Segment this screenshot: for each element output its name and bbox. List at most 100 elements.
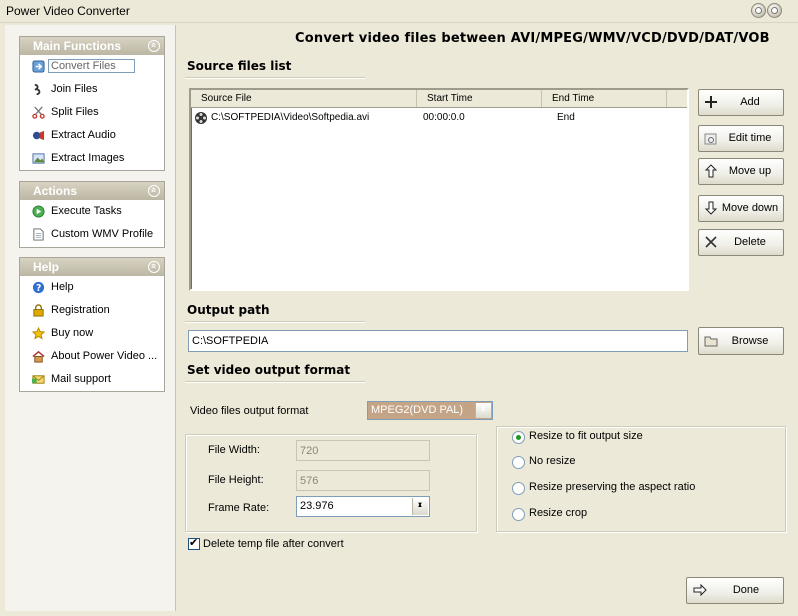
file-height-input [296,470,430,491]
radio-label: No resize [529,455,576,467]
format-label: Video files output format [190,405,309,417]
button-label: Delete [734,236,766,248]
section-title-output: Output path [187,303,270,317]
sidebar-item-join-files[interactable]: Join Files [20,78,164,101]
button-label: Done [732,584,760,596]
delete-temp-label: Delete temp file after convert [203,538,344,550]
output-format-value: MPEG2(DVD PAL) [371,404,464,416]
sidebar: Main Functions Convert Files Join Files … [5,25,176,611]
frame-rate-select[interactable]: 23.976 [296,496,430,517]
output-path-input[interactable] [188,330,688,352]
radio-button[interactable] [512,456,525,469]
sidebar-item-label: Split Files [51,106,99,118]
cell-source-file: C:\SOFTPEDIA\Video\Softpedia.avi [211,112,370,123]
panel-main-functions: Main Functions Convert Files Join Files … [19,36,165,171]
add-button[interactable]: Add [698,89,784,116]
collapse-icon[interactable] [148,185,160,197]
convert-icon [32,60,45,73]
arrow-up-icon [704,164,718,178]
sidebar-item-label: Extract Audio [51,129,116,141]
sidebar-item-help[interactable]: ? Help [20,276,164,299]
delete-icon [705,236,717,248]
spinner-icon[interactable] [412,496,428,516]
lock-icon [33,304,44,317]
panel-header[interactable]: Actions [20,182,164,200]
section-title-source: Source files list [187,59,292,73]
panel-header[interactable]: Main Functions [20,37,164,55]
cell-end-time: End [557,112,575,123]
plus-icon [705,96,717,108]
button-label: Browse [731,335,769,347]
source-files-list[interactable]: Source File Start Time End Time C:\SOFTP… [189,88,689,291]
star-icon [32,327,45,340]
frame-rate-value: 23.976 [300,500,334,512]
column-header-start-time[interactable]: Start Time [417,90,542,107]
sidebar-item-about[interactable]: About Power Video ... [20,345,164,368]
column-header-source-file[interactable]: Source File [191,90,417,107]
browse-button[interactable]: Browse [698,327,784,355]
folder-icon [704,336,718,347]
column-header-end-time[interactable]: End Time [542,90,667,107]
minimize-button[interactable] [751,3,766,18]
panel-actions: Actions Execute Tasks Custom WMV Profile [19,181,165,248]
radio-label: Resize preserving the aspect ratio [529,481,696,493]
spinner-icon[interactable] [475,401,491,419]
file-height-label: File Height: [208,474,264,486]
button-label: Edit time [728,132,772,144]
collapse-icon[interactable] [148,40,160,52]
panel-title: Actions [33,184,78,198]
collapse-icon[interactable] [148,261,160,273]
move-up-button[interactable]: Move up [698,158,784,185]
sidebar-item-convert-files[interactable]: Convert Files [20,55,164,78]
maximize-button[interactable] [767,3,782,18]
sidebar-item-extract-images[interactable]: Extract Images [20,147,164,170]
sidebar-item-label: Registration [51,304,110,316]
edit-time-button[interactable]: Edit time [698,125,784,152]
panel-title: Help [33,260,60,274]
sidebar-item-mail-support[interactable]: Mail support [20,368,164,391]
sidebar-item-label: Convert Files [48,59,135,73]
sidebar-item-execute-tasks[interactable]: Execute Tasks [20,200,164,223]
svg-text:?: ? [36,283,41,294]
panel-header[interactable]: Help [20,258,164,276]
main-content: Convert video files between AVI/MPEG/WMV… [177,25,793,611]
radio-label: Resize crop [529,507,588,519]
help-icon: ? [32,281,45,294]
image-icon [32,153,45,164]
window-title: Power Video Converter [6,4,130,18]
delete-button[interactable]: Delete [698,229,784,256]
list-header: Source File Start Time End Time [191,90,687,108]
mail-icon [32,375,45,384]
sidebar-item-registration[interactable]: Registration [20,299,164,322]
sidebar-item-split-files[interactable]: Split Files [20,101,164,124]
section-title-format: Set video output format [187,363,351,377]
radio-button[interactable] [512,431,525,444]
done-button[interactable]: Done [686,577,784,604]
output-format-select[interactable]: MPEG2(DVD PAL) [367,401,493,420]
sidebar-item-label: Extract Images [51,152,125,164]
divider [185,77,365,79]
divider [185,321,365,323]
sidebar-item-extract-audio[interactable]: Extract Audio [20,124,164,147]
sidebar-item-label: Buy now [51,327,94,339]
sidebar-item-buy-now[interactable]: Buy now [20,322,164,345]
sidebar-item-label: Custom WMV Profile [51,228,154,240]
document-icon [33,228,44,241]
radio-button[interactable] [512,508,525,521]
arrow-down-icon [704,201,718,215]
sidebar-item-custom-wmv-profile[interactable]: Custom WMV Profile [20,223,164,246]
move-down-button[interactable]: Move down [698,195,784,222]
radio-button[interactable] [512,482,525,495]
sidebar-item-label: Help [51,281,74,293]
file-width-input [296,440,430,461]
file-width-label: File Width: [208,444,260,456]
home-icon [32,350,45,363]
table-row[interactable]: C:\SOFTPEDIA\Video\Softpedia.avi 00:00:0… [191,108,687,128]
button-label: Move up [728,165,772,177]
title-bar: Power Video Converter [0,0,798,23]
sidebar-item-label: Mail support [51,373,111,385]
sidebar-item-label: Execute Tasks [51,205,122,217]
sidebar-item-label: About Power Video ... [51,350,158,362]
arrow-right-icon [693,583,707,597]
delete-temp-checkbox[interactable] [188,536,200,550]
